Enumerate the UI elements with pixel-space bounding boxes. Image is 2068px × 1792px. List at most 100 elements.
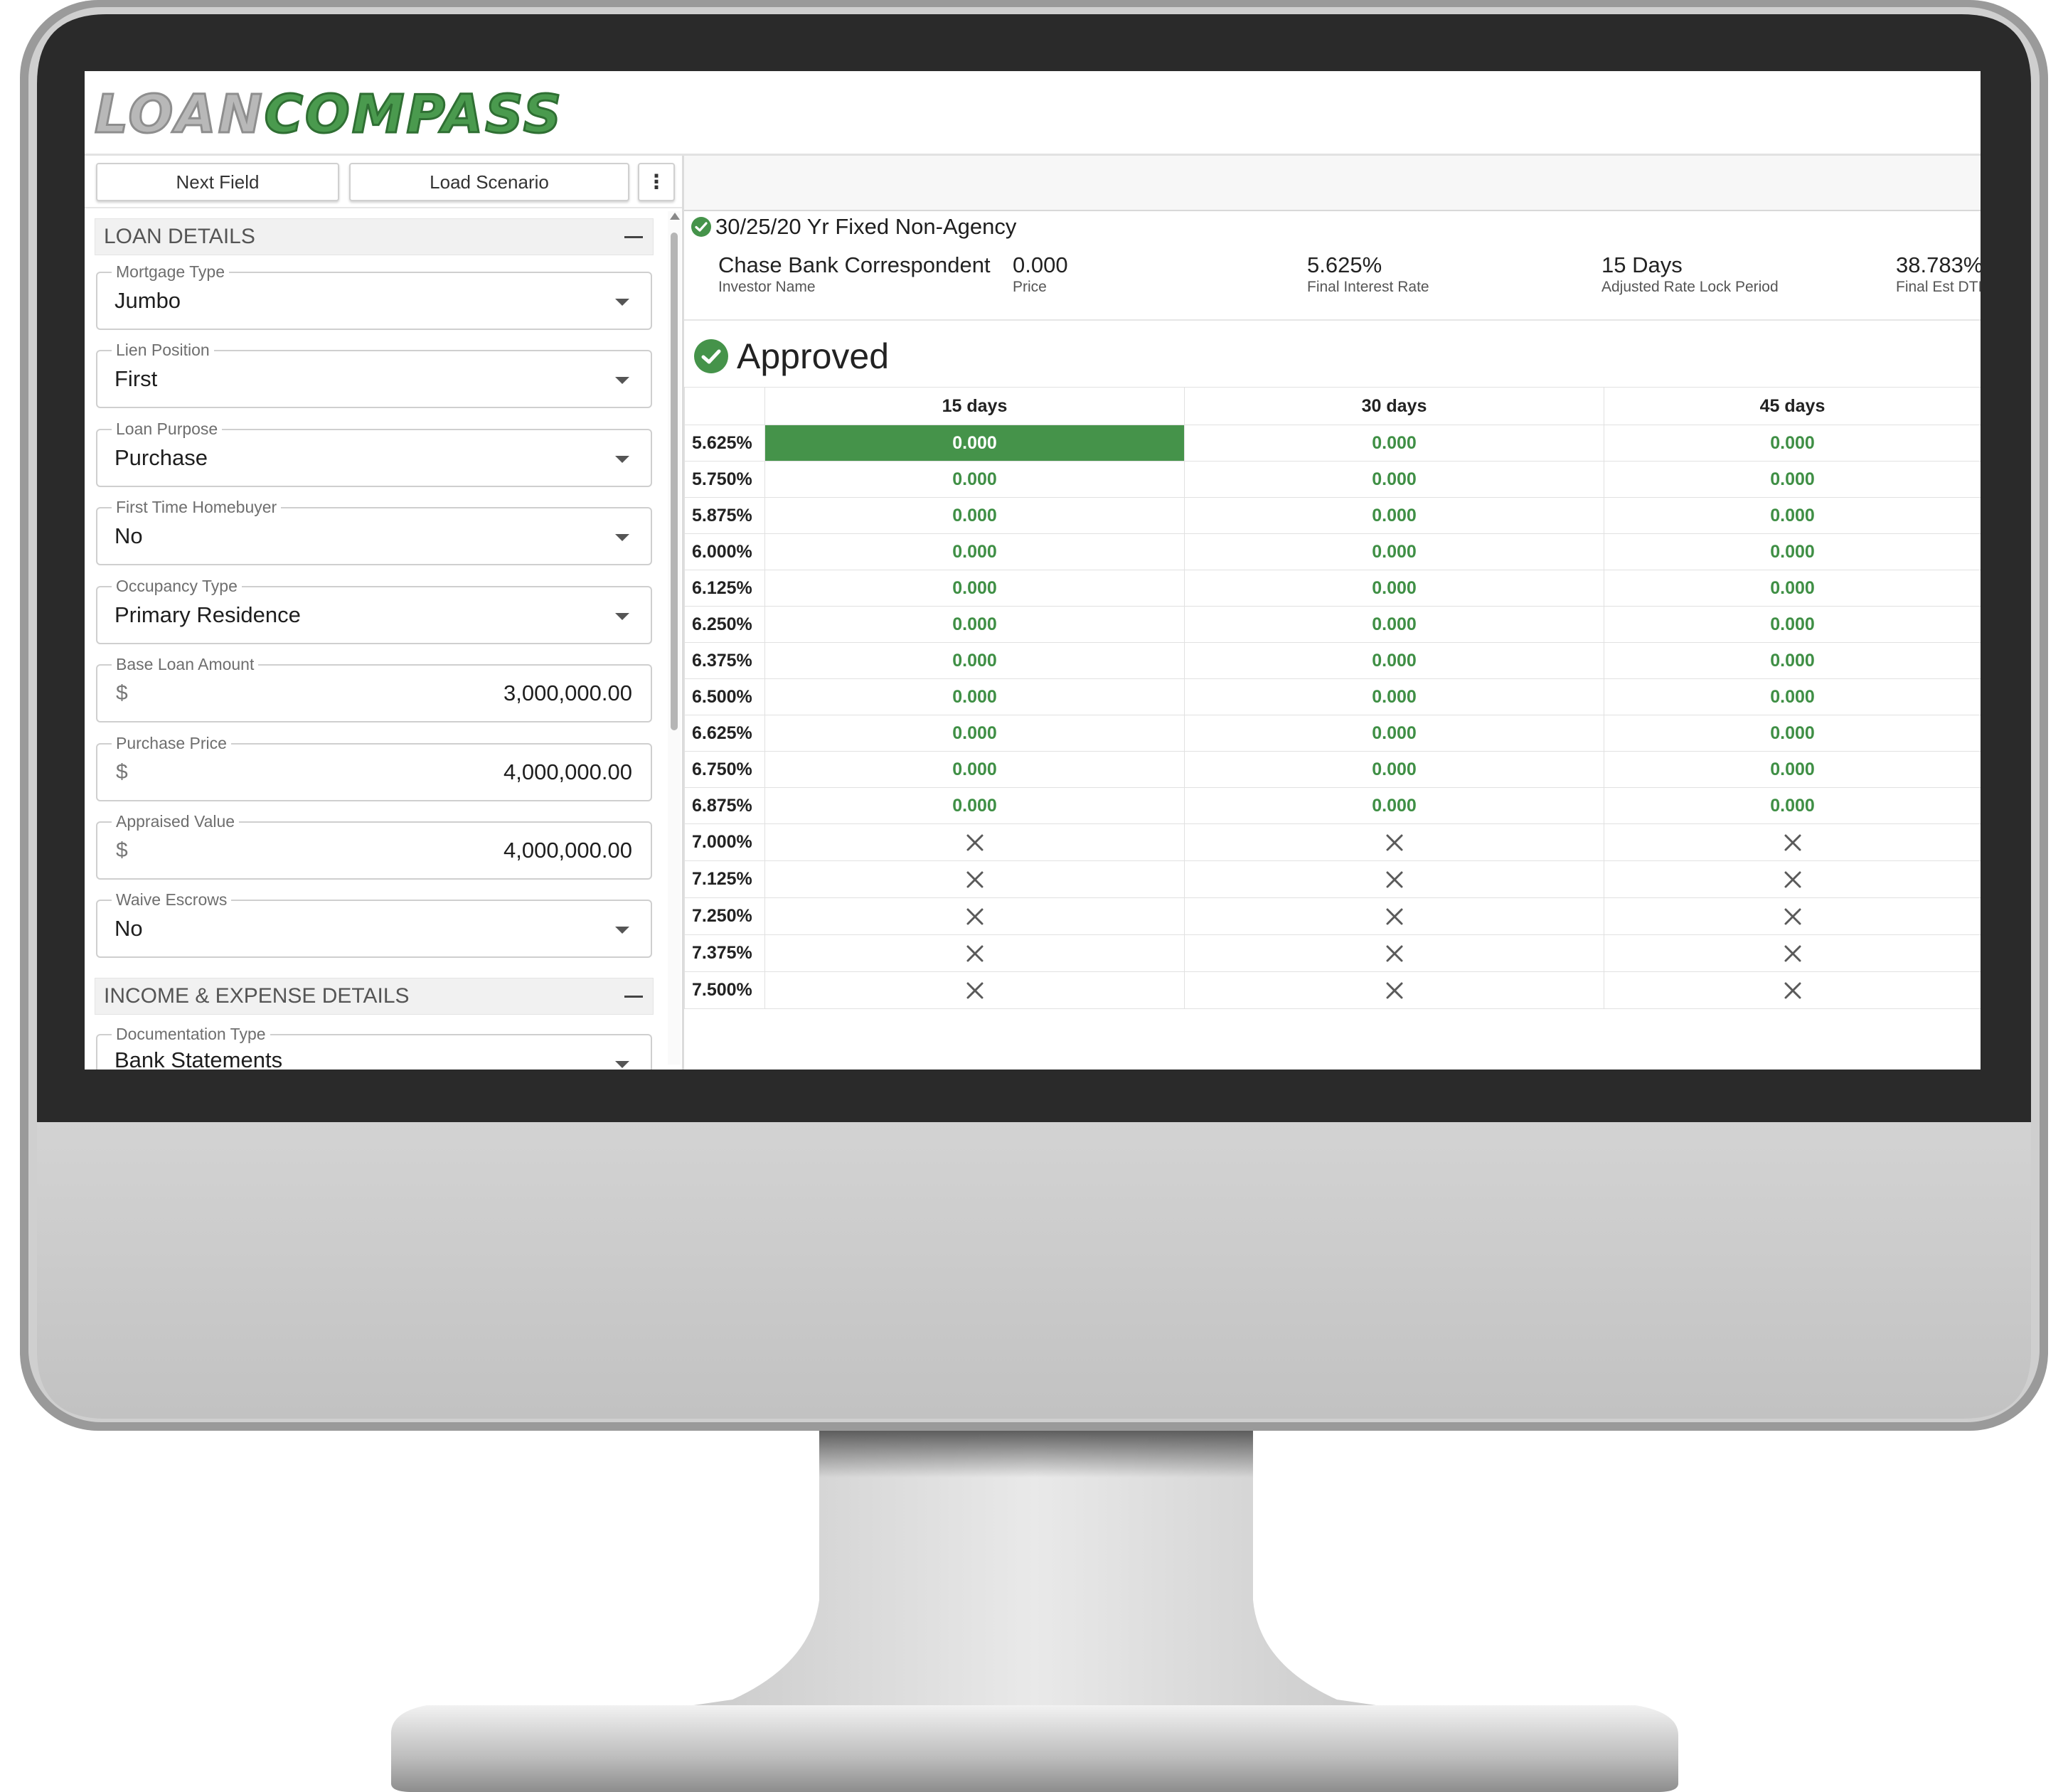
first-time-homebuyer-select[interactable]: First Time Homebuyer No <box>96 498 652 565</box>
waive-escrows-select[interactable]: Waive Escrows No <box>96 891 652 958</box>
rate-row: 7.000% <box>684 823 1981 861</box>
price-cell[interactable]: 0.000 <box>1604 533 1981 570</box>
rate-cell: 6.875% <box>684 787 765 824</box>
rate-column-header <box>684 387 765 425</box>
price-cell[interactable]: 0.000 <box>1604 461 1981 498</box>
price-cell[interactable]: 0.000 <box>1604 787 1981 824</box>
lock-period-header: 30 days <box>1184 387 1604 425</box>
rate-cell: 6.750% <box>684 751 765 788</box>
close-x-icon <box>966 908 983 925</box>
unavailable-cell <box>1184 823 1604 861</box>
price-cell[interactable]: 0.000 <box>1604 715 1981 752</box>
field-value: 3,000,000.00 <box>503 681 632 705</box>
caret-down-icon <box>615 1061 629 1068</box>
price-cell[interactable]: 0.000 <box>764 533 1185 570</box>
scrollbar-thumb[interactable] <box>671 233 678 730</box>
minus-icon[interactable] <box>624 236 643 238</box>
field-value: Primary Residence <box>114 602 301 627</box>
price-cell[interactable]: 0.000 <box>764 751 1185 788</box>
price-cell[interactable]: 0.000 <box>1604 642 1981 679</box>
price-cell[interactable]: 0.000 <box>764 678 1185 715</box>
close-x-icon <box>966 871 983 888</box>
lock-label: Adjusted Rate Lock Period <box>1601 279 1779 295</box>
price-cell[interactable]: 0.000 <box>764 570 1185 607</box>
rate-cell: 6.000% <box>684 533 765 570</box>
field-label: Base Loan Amount <box>112 656 259 673</box>
close-x-icon <box>1784 982 1801 999</box>
loan-form-panel: Next Field Load Scenario ⋮ LOAN DETAILS … <box>85 156 684 1070</box>
selected-price-cell[interactable]: 0.000 <box>764 425 1185 462</box>
price-metric: 0.000 Price <box>1013 252 1068 297</box>
investor-value: Chase Bank Correspondent <box>718 252 991 277</box>
price-cell[interactable]: 0.000 <box>1604 606 1981 643</box>
unavailable-cell <box>1184 971 1604 1009</box>
price-cell[interactable]: 0.000 <box>764 787 1185 824</box>
scroll-up-icon[interactable] <box>670 213 680 220</box>
price-cell[interactable]: 0.000 <box>764 497 1185 534</box>
appraised-value-input[interactable]: Appraised Value $ 4,000,000.00 <box>96 813 652 880</box>
field-label: Appraised Value <box>112 813 240 830</box>
close-x-icon <box>1386 945 1402 962</box>
next-field-button[interactable]: Next Field <box>96 163 339 201</box>
price-cell[interactable]: 0.000 <box>1184 751 1604 788</box>
field-value: No <box>114 916 143 941</box>
caret-down-icon <box>615 534 629 541</box>
documentation-type-select[interactable]: Documentation Type Bank Statements <box>96 1025 652 1070</box>
load-scenario-button[interactable]: Load Scenario <box>349 163 629 201</box>
unavailable-cell <box>1184 897 1604 935</box>
rate-cell: 6.250% <box>684 606 765 643</box>
unavailable-cell <box>764 934 1185 972</box>
minus-icon[interactable] <box>624 996 643 998</box>
price-cell[interactable]: 0.000 <box>1604 425 1981 462</box>
close-x-icon <box>966 945 983 962</box>
base-loan-amount-input[interactable]: Base Loan Amount $ 3,000,000.00 <box>96 656 652 722</box>
product-summary[interactable]: 30/25/20 Yr Fixed Non-Agency Chase Bank … <box>684 211 1981 321</box>
price-cell[interactable]: 0.000 <box>1184 715 1604 752</box>
rate-cell: 6.375% <box>684 642 765 679</box>
price-cell[interactable]: 0.000 <box>1184 570 1604 607</box>
price-cell[interactable]: 0.000 <box>1184 425 1604 462</box>
lien-position-select[interactable]: Lien Position First <box>96 341 652 408</box>
caret-down-icon <box>615 299 629 306</box>
logo-part-compass: COMPASS <box>263 83 564 146</box>
lock-metric: 15 Days Adjusted Rate Lock Period <box>1601 252 1779 297</box>
price-cell[interactable]: 0.000 <box>1604 678 1981 715</box>
close-x-icon <box>966 834 983 851</box>
price-cell[interactable]: 0.000 <box>1184 642 1604 679</box>
price-cell[interactable]: 0.000 <box>1184 533 1604 570</box>
price-value: 0.000 <box>1013 252 1068 277</box>
income-expense-section-header[interactable]: INCOME & EXPENSE DETAILS <box>95 978 654 1015</box>
purchase-price-input[interactable]: Purchase Price $ 4,000,000.00 <box>96 735 652 801</box>
price-cell[interactable]: 0.000 <box>764 606 1185 643</box>
price-cell[interactable]: 0.000 <box>764 461 1185 498</box>
price-cell[interactable]: 0.000 <box>764 642 1185 679</box>
price-cell[interactable]: 0.000 <box>1184 678 1604 715</box>
price-cell[interactable]: 0.000 <box>1604 570 1981 607</box>
currency-symbol: $ <box>116 681 128 705</box>
price-cell[interactable]: 0.000 <box>1184 461 1604 498</box>
loan-details-section-header[interactable]: LOAN DETAILS <box>95 218 654 255</box>
dti-metric: 38.783% Final Est DTI <box>1896 252 1981 297</box>
loan-purpose-select[interactable]: Loan Purpose Purchase <box>96 420 652 487</box>
rate-row: 7.125% <box>684 860 1981 898</box>
more-options-button[interactable]: ⋮ <box>638 163 675 201</box>
close-x-icon <box>1386 834 1402 851</box>
rate-cell: 7.375% <box>684 934 765 972</box>
logo-part-loan: LOAN <box>94 83 265 146</box>
unavailable-cell <box>1604 823 1981 861</box>
rate-row: 5.875% 0.000 0.000 0.000 <box>684 497 1981 534</box>
rate-row: 6.250% 0.000 0.000 0.000 <box>684 606 1981 643</box>
occupancy-type-select[interactable]: Occupancy Type Primary Residence <box>96 577 652 644</box>
unavailable-cell <box>1604 897 1981 935</box>
price-cell[interactable]: 0.000 <box>764 715 1185 752</box>
price-cell[interactable]: 0.000 <box>1604 751 1981 788</box>
rate-cell: 7.250% <box>684 897 765 935</box>
product-name: 30/25/20 Yr Fixed Non-Agency <box>715 214 1017 239</box>
price-cell[interactable]: 0.000 <box>1184 606 1604 643</box>
close-x-icon <box>1386 982 1402 999</box>
price-cell[interactable]: 0.000 <box>1604 497 1981 534</box>
price-cell[interactable]: 0.000 <box>1184 787 1604 824</box>
mortgage-type-select[interactable]: Mortgage Type Jumbo <box>96 263 652 330</box>
price-cell[interactable]: 0.000 <box>1184 497 1604 534</box>
form-scrollbar[interactable] <box>668 211 681 1065</box>
